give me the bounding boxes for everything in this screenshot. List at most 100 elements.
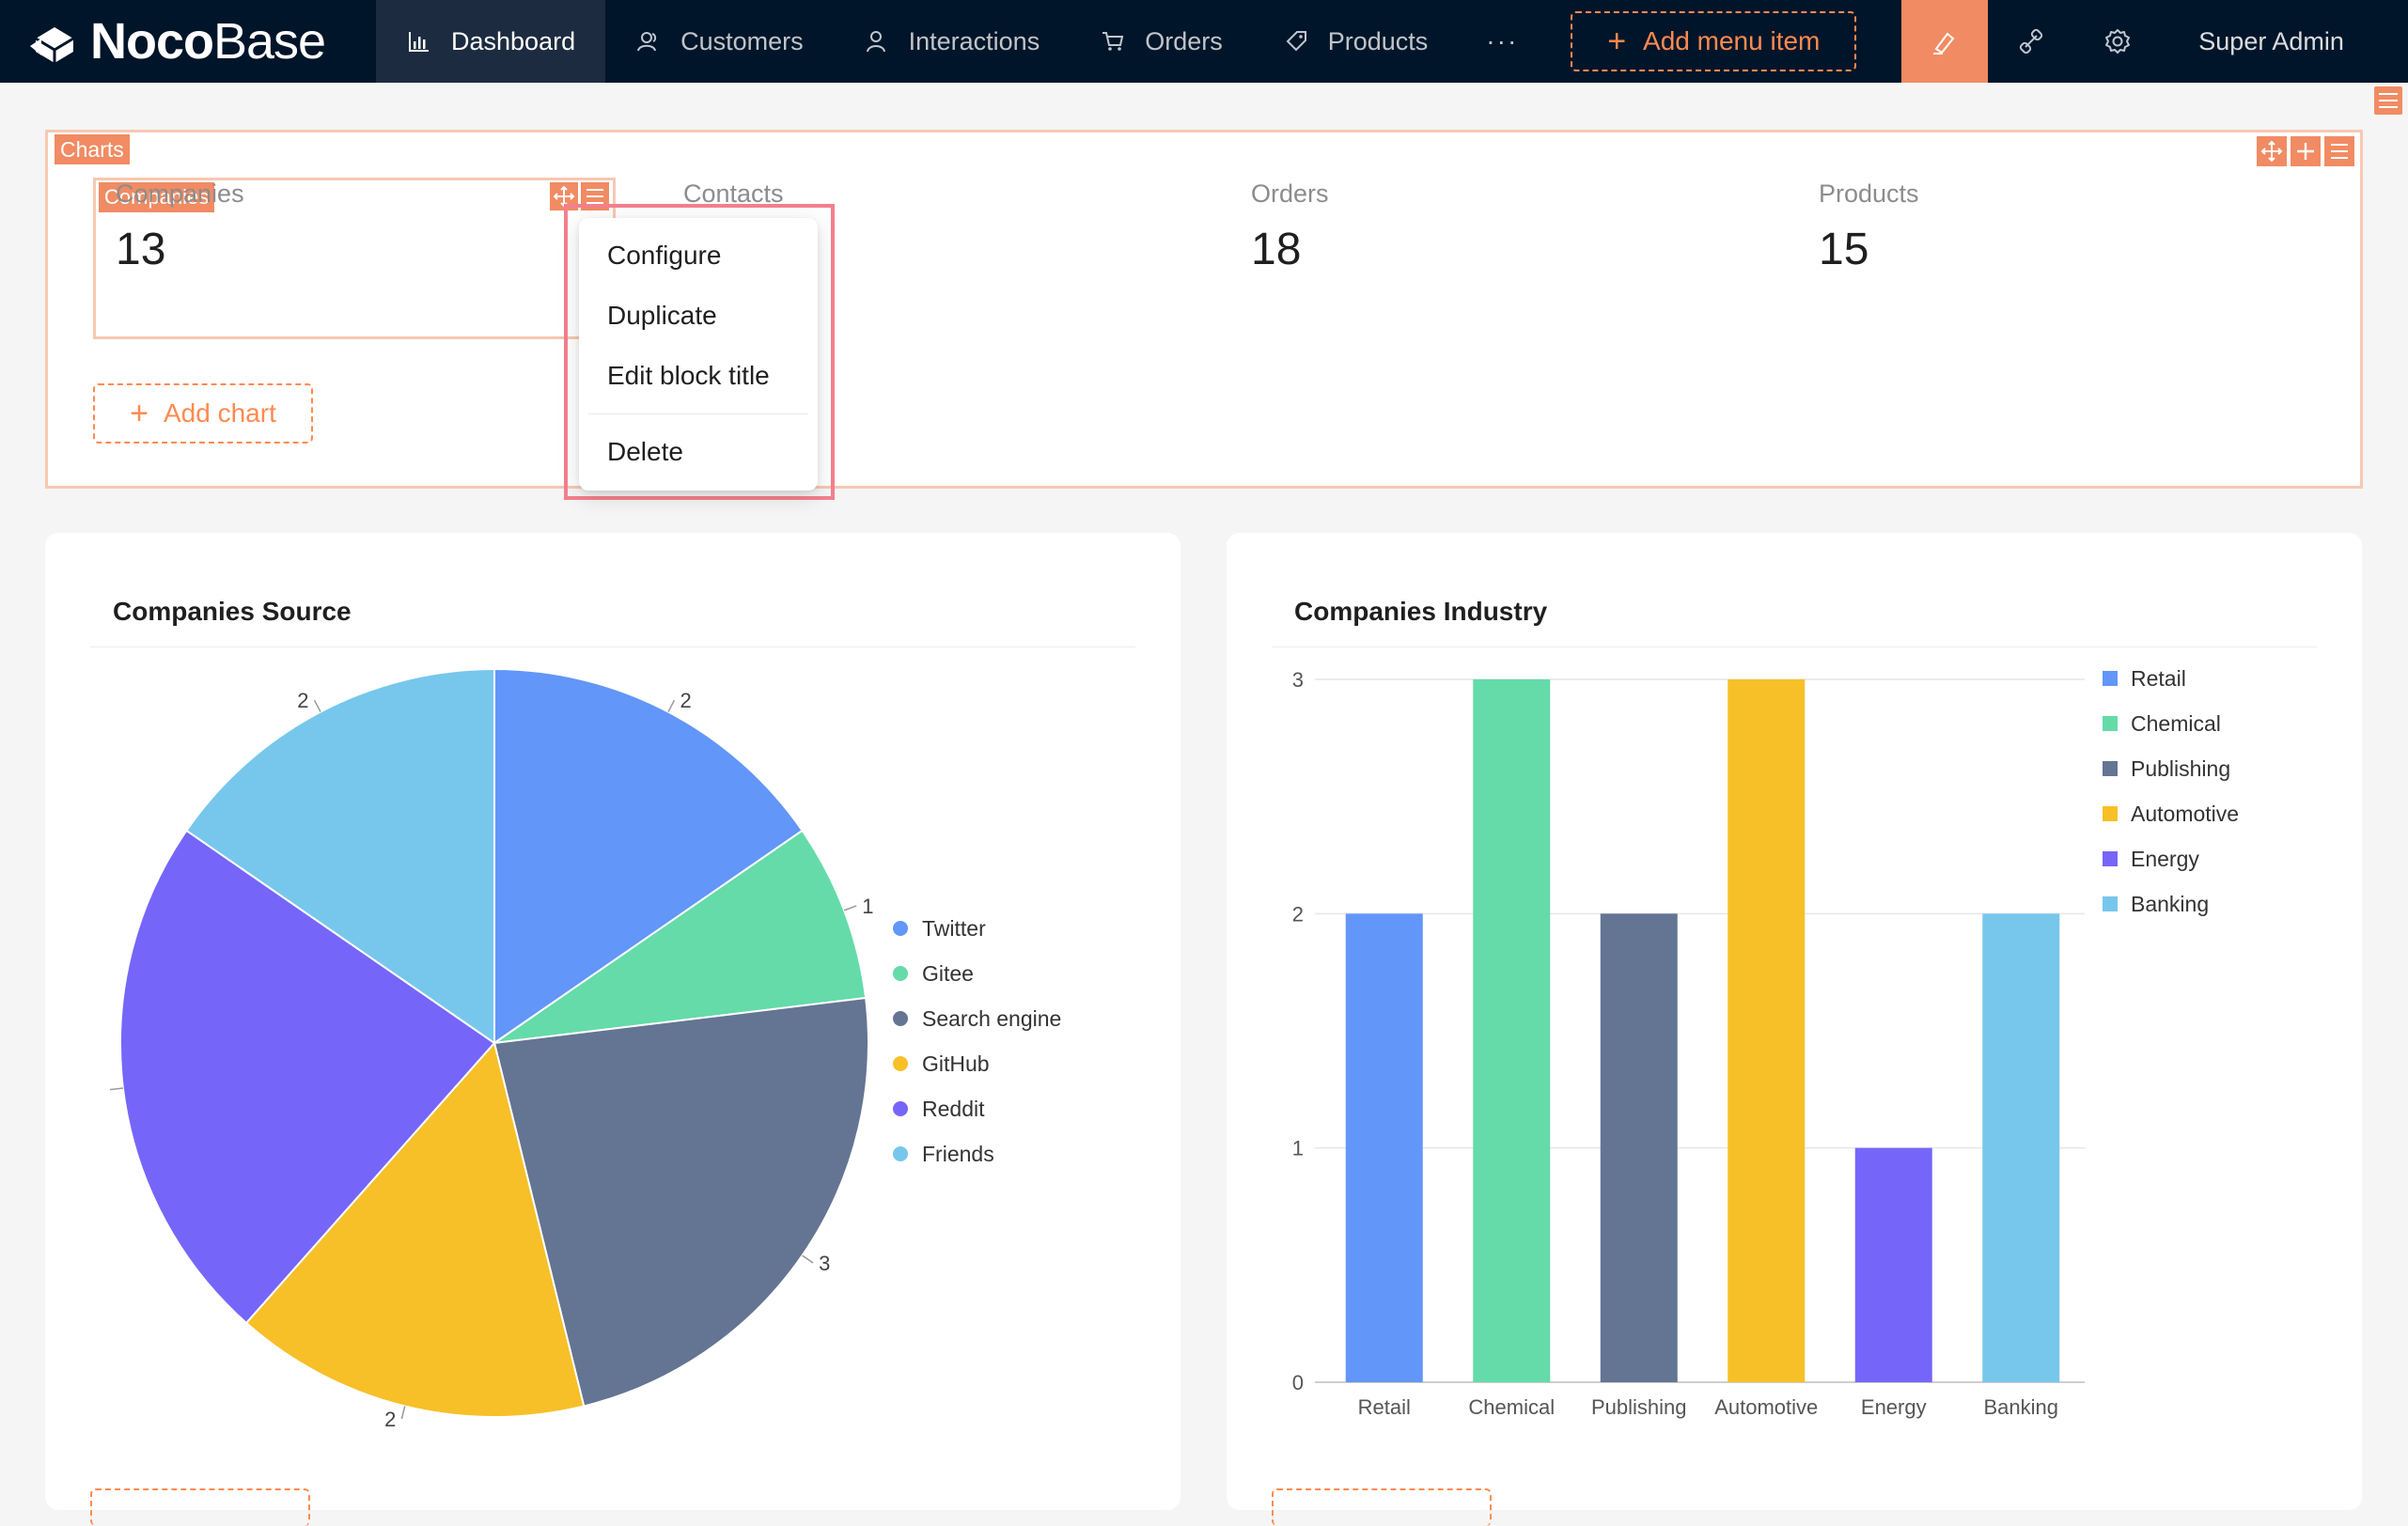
legend-item[interactable]: Search engine [922, 1006, 1061, 1031]
nav-item-customers[interactable]: Customers [605, 0, 834, 83]
bar-publishing[interactable] [1600, 913, 1678, 1382]
pie-data-label: 3 [819, 1252, 830, 1275]
pie-label-line [667, 699, 676, 712]
pie-chart: 2 1 3 2 2 Twitter Gitee Search engine GitHub Redd… [109, 667, 1061, 1431]
pie-data-label: 1 [862, 895, 873, 918]
bar-chart-icon [406, 28, 432, 54]
pie-label-line [802, 1254, 814, 1264]
plus-icon: + [130, 396, 149, 431]
drag-handle-icon[interactable] [2257, 136, 2287, 166]
legend-marker [893, 1146, 908, 1161]
nav-item-products[interactable]: Products [1253, 0, 1459, 83]
page-settings-menu-icon[interactable] [2374, 86, 2402, 115]
nav-item-label: Dashboard [451, 26, 576, 55]
y-tick-label: 0 [1292, 1371, 1304, 1394]
x-tick-label: Retail [1358, 1395, 1411, 1419]
y-tick-label: 2 [1292, 902, 1304, 926]
menu-item-delete[interactable]: Delete [579, 422, 818, 482]
stat-products: Products 15 [1819, 179, 1919, 275]
stat-orders: Orders 18 [1251, 179, 1329, 275]
nav-item-dashboard[interactable]: Dashboard [376, 0, 606, 83]
shopping-cart-icon [1100, 28, 1126, 54]
nav-item-label: Interactions [908, 26, 1040, 55]
logo-icon [30, 27, 74, 63]
nav-item-interactions[interactable]: Interactions [834, 0, 1071, 83]
legend-item[interactable]: Twitter [922, 916, 986, 941]
legend-item[interactable]: Banking [2131, 892, 2209, 916]
user-icon [864, 28, 890, 54]
add-block-icon[interactable] [2291, 136, 2321, 166]
nav-more-button[interactable]: ··· [1458, 0, 1546, 83]
legend-item[interactable]: Reddit [922, 1097, 985, 1121]
logo-text: NocoBase [90, 13, 326, 70]
bar-energy[interactable] [1854, 1147, 1932, 1382]
user-menu[interactable]: Super Admin [2161, 0, 2370, 83]
block-toolbar [2257, 136, 2354, 166]
legend-marker [893, 921, 908, 936]
menu-item-edit-block-title[interactable]: Edit block title [579, 346, 818, 406]
pie-data-label: 2 [297, 689, 308, 712]
pie-label-line [313, 699, 321, 712]
block-tag: Charts [55, 134, 130, 164]
add-menu-item-button[interactable]: + Add menu item [1571, 11, 1857, 71]
legend-marker [893, 1011, 908, 1026]
legend-item[interactable]: Gitee [922, 961, 974, 986]
legend-marker [893, 1056, 908, 1071]
add-menu-item-label: Add menu item [1643, 26, 1821, 55]
legend-item[interactable]: Friends [922, 1142, 994, 1166]
legend-marker [2103, 851, 2118, 866]
add-chart-button[interactable] [90, 1488, 310, 1526]
bar-retail[interactable] [1345, 913, 1423, 1382]
add-chart-button[interactable]: + Add chart [93, 383, 313, 444]
add-chart-label: Add chart [164, 398, 276, 428]
x-tick-label: Energy [1861, 1395, 1927, 1419]
gear-icon [2105, 29, 2131, 54]
pie-label-line [843, 905, 857, 911]
bar-banking[interactable] [1982, 913, 2060, 1382]
nocobase-logo[interactable]: NocoBase [0, 0, 376, 83]
chart-settings-dropdown: Configure Duplicate Edit block title Del… [579, 218, 818, 490]
highlight-icon [1933, 32, 1955, 54]
pie-data-label: 2 [384, 1408, 396, 1431]
bar-chemical[interactable] [1473, 679, 1551, 1382]
legend-item[interactable]: GitHub [922, 1051, 990, 1076]
stat-companies: Companies 13 [116, 179, 244, 275]
legend-marker [893, 1101, 908, 1116]
settings-button[interactable] [2074, 0, 2161, 83]
menu-divider [588, 413, 808, 414]
bar-automotive[interactable] [1728, 679, 1806, 1382]
top-navigation-bar: NocoBase Dashboard Customers Interaction… [0, 0, 2408, 83]
stat-title: Products [1819, 179, 1919, 208]
menu-item-configure[interactable]: Configure [579, 226, 818, 286]
legend-marker [2103, 806, 2118, 821]
contacts-icon [635, 28, 662, 54]
legend-item[interactable]: Publishing [2131, 756, 2230, 781]
x-tick-label: Publishing [1591, 1395, 1687, 1419]
legend-item[interactable]: Automotive [2131, 802, 2239, 826]
legend-item[interactable]: Chemical [2131, 711, 2221, 736]
stat-value: 18 [1251, 225, 1302, 274]
stat-value: 15 [1819, 225, 1869, 274]
nav-item-label: Orders [1145, 26, 1223, 55]
legend-item[interactable]: Retail [2131, 666, 2186, 691]
menu-item-duplicate[interactable]: Duplicate [579, 286, 818, 346]
y-tick-label: 3 [1292, 668, 1304, 692]
bar-chart: 0 1 2 3 Retail Chemical Publishing Automotive En… [1292, 666, 2239, 1419]
legend-marker [2103, 716, 2118, 731]
pie-label-line [400, 1406, 406, 1420]
nav-item-orders[interactable]: Orders [1070, 0, 1253, 83]
plugin-manager-button[interactable] [1988, 0, 2074, 83]
legend-item[interactable]: Energy [2131, 847, 2199, 871]
block-settings-menu-icon[interactable] [2324, 136, 2354, 166]
tag-icon [1283, 28, 1309, 54]
x-tick-label: Banking [1983, 1395, 2058, 1419]
x-tick-label: Chemical [1468, 1395, 1555, 1419]
stat-title: Companies [116, 179, 244, 208]
legend-marker [2103, 761, 2118, 776]
add-chart-button[interactable] [1272, 1488, 1492, 1526]
api-icon [2020, 28, 2043, 54]
stat-value: 13 [116, 225, 166, 274]
pie-data-label: 2 [680, 689, 691, 712]
ui-editor-button[interactable] [1901, 0, 1989, 83]
plus-icon: + [1607, 23, 1627, 59]
